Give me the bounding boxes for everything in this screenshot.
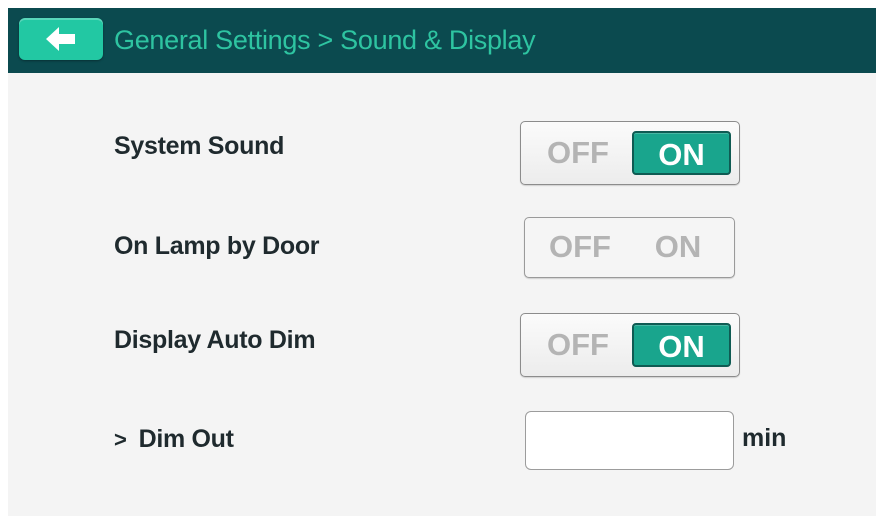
system-sound-toggle[interactable]: OFF ON	[520, 121, 740, 185]
dim-out-unit: min	[742, 424, 787, 452]
system-sound-on-option[interactable]: ON	[632, 131, 731, 175]
dim-out-input[interactable]	[525, 411, 734, 470]
arrow-left-icon	[46, 27, 76, 51]
on-lamp-by-door-off-option[interactable]: OFF	[535, 226, 625, 268]
back-button[interactable]	[19, 18, 103, 60]
display-auto-dim-toggle[interactable]: OFF ON	[520, 313, 740, 377]
system-sound-label: System Sound	[114, 132, 285, 160]
display-auto-dim-off-option[interactable]: OFF	[533, 324, 623, 366]
on-lamp-by-door-on-option[interactable]: ON	[633, 226, 723, 268]
chevron-right-icon: >	[114, 427, 127, 452]
display-auto-dim-on-option[interactable]: ON	[632, 323, 731, 367]
header-bar: General Settings > Sound & Display	[8, 8, 876, 73]
dim-out-label: Dim Out	[138, 425, 234, 453]
system-sound-off-option[interactable]: OFF	[533, 132, 623, 174]
display-auto-dim-label: Display Auto Dim	[114, 326, 316, 354]
on-lamp-by-door-label: On Lamp by Door	[114, 232, 320, 260]
breadcrumb: General Settings > Sound & Display	[114, 25, 536, 55]
dim-out-label-row: > Dim Out	[114, 425, 234, 454]
on-lamp-by-door-toggle[interactable]: OFF ON	[524, 217, 735, 278]
settings-panel: General Settings > Sound & Display Syste…	[8, 8, 876, 516]
